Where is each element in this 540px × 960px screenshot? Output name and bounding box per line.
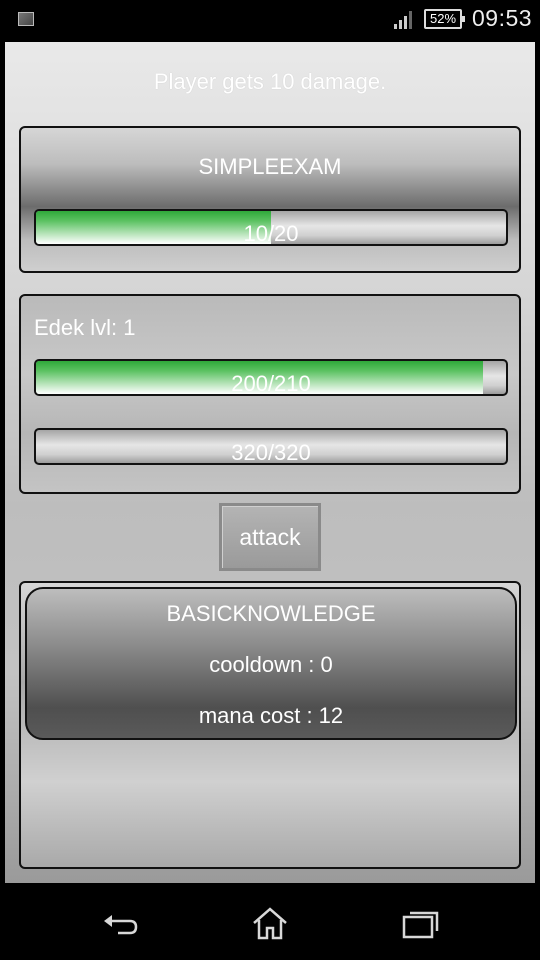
status-bar: 52% 09:53 — [0, 0, 540, 40]
player-mana-text: 320/320 — [231, 440, 311, 465]
enemy-health-bar: 10/20 — [34, 209, 508, 246]
player-health-text: 200/210 — [231, 371, 311, 396]
enemy-name: SIMPLEEXAM — [198, 154, 342, 179]
player-panel: Edek lvl: 1 200/210 320/320 — [19, 294, 521, 494]
player-health-bar: 200/210 — [34, 359, 508, 396]
back-icon[interactable] — [100, 905, 140, 941]
skill-cooldown: cooldown : 0 — [209, 652, 333, 677]
skill-mana-cost: mana cost : 12 — [198, 703, 344, 728]
player-name-level: Edek lvl: 1 — [34, 315, 136, 340]
player-mana-bar: 320/320 — [34, 428, 508, 465]
enemy-health-text: 10/20 — [243, 221, 299, 246]
clock: 09:53 — [472, 5, 533, 31]
image-notification-icon — [18, 12, 34, 26]
battle-message: Player gets 10 damage. — [153, 69, 387, 94]
enemy-panel: SIMPLEEXAM 10/20 — [19, 126, 521, 273]
navigation-bar — [0, 883, 540, 960]
skill-name: BASICKNOWLEDGE — [166, 601, 376, 626]
skills-list[interactable]: BASICKNOWLEDGE cooldown : 0 mana cost : … — [19, 581, 521, 869]
signal-icon — [394, 11, 412, 29]
recent-apps-icon[interactable] — [400, 905, 440, 941]
home-icon[interactable] — [250, 905, 290, 941]
battle-screen: Player gets 10 damage. SIMPLEEXAM 10/20 … — [5, 42, 535, 883]
battery-indicator: 52% — [424, 9, 465, 29]
skill-card[interactable]: BASICKNOWLEDGE cooldown : 0 mana cost : … — [25, 587, 517, 740]
attack-button[interactable]: attack — [219, 503, 321, 571]
